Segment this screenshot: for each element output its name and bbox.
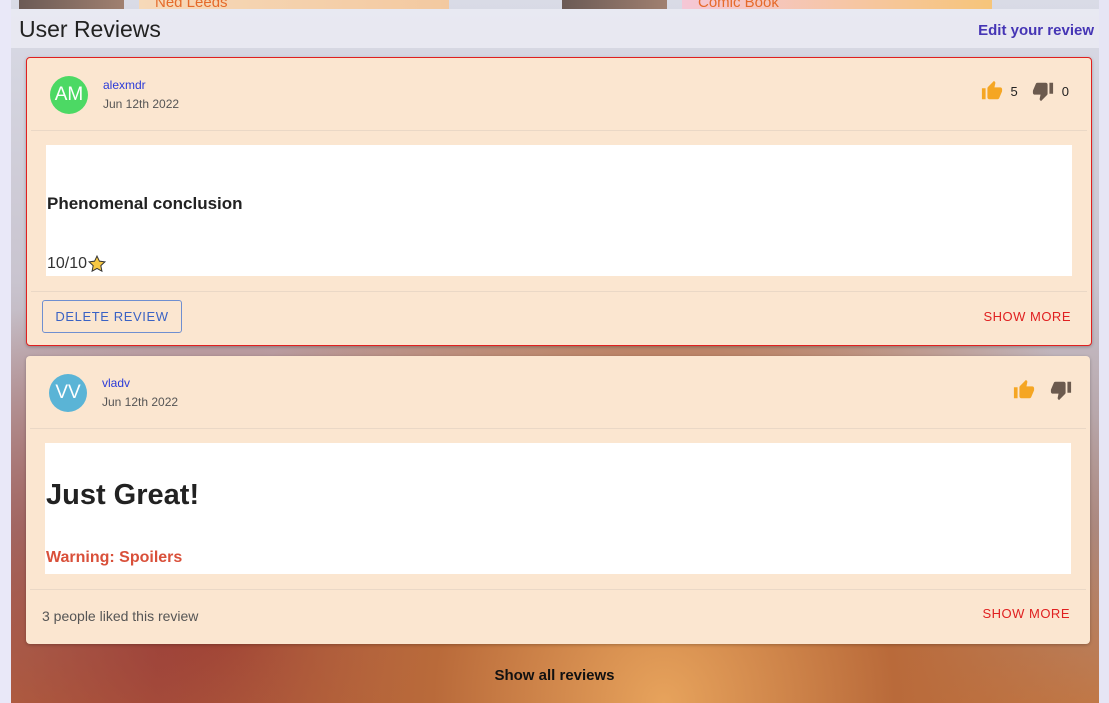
cast-card[interactable]: Ned Leeds	[19, 0, 449, 9]
avatar: AM	[50, 76, 88, 114]
review-body: Phenomenal conclusion 10/10	[46, 145, 1072, 276]
thumb-down-icon[interactable]	[1032, 80, 1054, 102]
cast-card[interactable]: Comic Book	[562, 0, 992, 9]
review-date: Jun 12th 2022	[103, 97, 180, 111]
review-author[interactable]: vladv	[102, 376, 130, 390]
show-all-reviews-link[interactable]: Show all reviews	[0, 667, 1109, 684]
rating-value: 10/10	[47, 255, 88, 272]
section-title: User Reviews	[19, 16, 161, 42]
delete-review-button[interactable]: DELETE REVIEW	[42, 300, 182, 333]
review-footer: DELETE REVIEW SHOW MORE	[31, 291, 1087, 345]
review-title: Just Great!	[46, 479, 200, 511]
cast-name: Comic Book	[698, 0, 779, 9]
avatar: VV	[49, 374, 87, 412]
review-card: VV vladv Jun 12th 2022 Just Great! Warni…	[26, 356, 1090, 644]
thumb-up-icon[interactable]	[981, 80, 1003, 102]
review-rating: 10/10	[47, 254, 107, 274]
review-title: Phenomenal conclusion	[47, 194, 243, 213]
cast-name: Ned Leeds	[155, 0, 228, 9]
star-icon	[88, 254, 107, 273]
page-right-margin	[1099, 0, 1109, 703]
likes-count: 5	[1010, 83, 1018, 99]
page-left-margin	[0, 0, 11, 703]
review-date: Jun 12th 2022	[102, 395, 179, 409]
show-more-button[interactable]: SHOW MORE	[982, 606, 1070, 621]
show-more-button[interactable]: SHOW MORE	[983, 309, 1071, 324]
review-footer: 3 people liked this review SHOW MORE	[30, 589, 1086, 644]
edit-review-link[interactable]: Edit your review	[978, 22, 1094, 39]
dislikes-count: 0	[1061, 83, 1069, 99]
review-body: Just Great! Warning: Spoilers	[45, 443, 1071, 574]
review-card: AM alexmdr Jun 12th 2022 5 0 Phenomenal …	[26, 57, 1092, 346]
cast-photo	[19, 0, 124, 9]
spoiler-warning: Warning: Spoilers	[46, 549, 183, 566]
vote-controls	[1013, 379, 1072, 401]
likes-summary: 3 people liked this review	[42, 608, 199, 624]
cast-label: Comic Book	[682, 0, 992, 9]
cast-label: Ned Leeds	[139, 0, 449, 9]
thumb-down-icon[interactable]	[1050, 379, 1072, 401]
review-author[interactable]: alexmdr	[103, 78, 146, 92]
vote-controls: 5 0	[981, 80, 1069, 102]
thumb-up-icon[interactable]	[1013, 379, 1035, 401]
reviews-header	[11, 9, 1099, 48]
review-header: AM alexmdr Jun 12th 2022 5 0	[31, 58, 1087, 131]
cast-photo	[562, 0, 667, 9]
review-header: VV vladv Jun 12th 2022	[30, 356, 1086, 429]
